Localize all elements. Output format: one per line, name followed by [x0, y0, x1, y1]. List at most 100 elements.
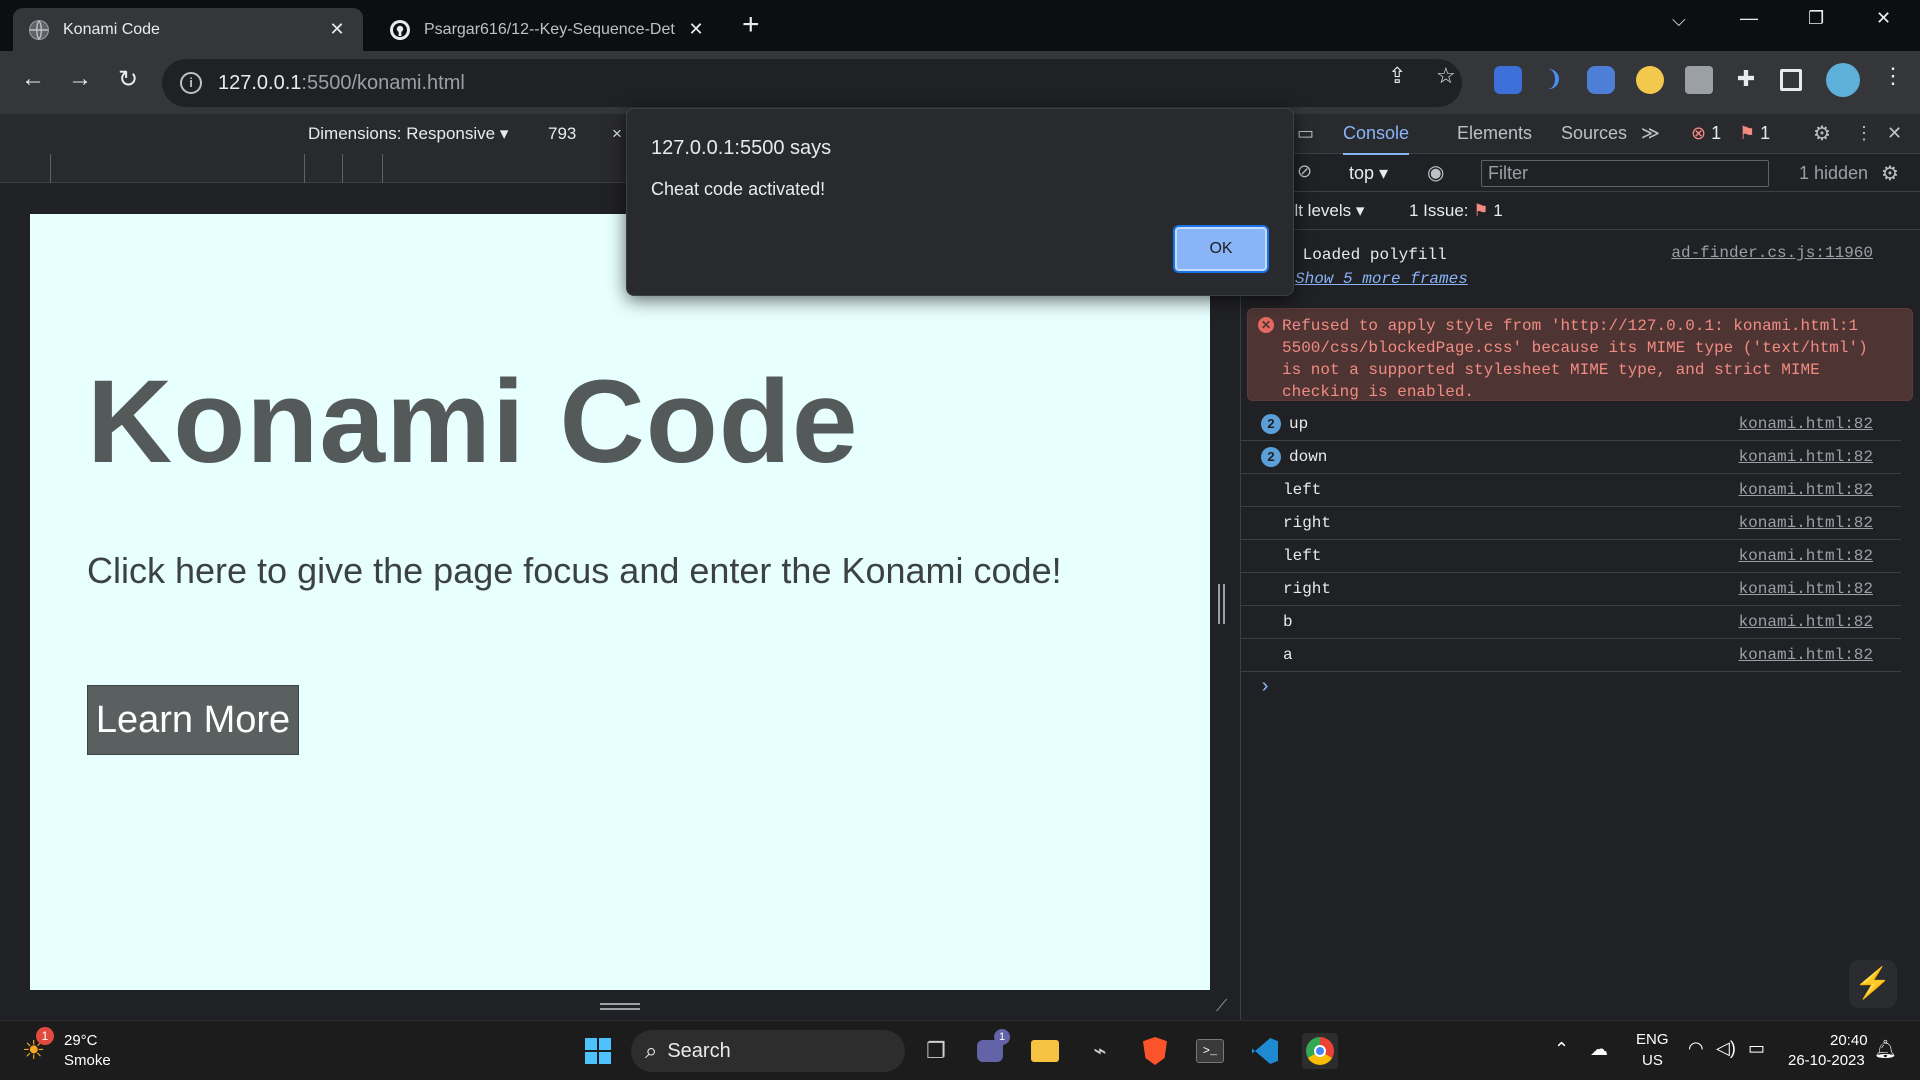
tab-elements[interactable]: Elements — [1457, 123, 1532, 144]
extension-clock-icon[interactable] — [1636, 66, 1664, 94]
devtools-close-icon[interactable]: ✕ — [1887, 123, 1902, 144]
browser-titlebar: Konami Code ✕ Psargar616/12--Key-Sequenc… — [0, 0, 1920, 51]
menu-kebab-icon[interactable]: ⋮ — [1882, 63, 1904, 89]
restore-button[interactable]: ❐ — [1808, 8, 1824, 29]
settings-gear-icon[interactable]: ⚙ — [1813, 121, 1831, 146]
language-ime[interactable]: ENG — [1636, 1031, 1669, 1048]
chrome-icon[interactable] — [1302, 1033, 1338, 1069]
learn-more-button[interactable]: Learn More — [87, 685, 299, 755]
log-text: right — [1283, 580, 1332, 598]
console-log-row: right konami.html:82 — [1241, 507, 1901, 540]
side-panel-icon[interactable] — [1780, 69, 1802, 91]
back-icon[interactable]: ← — [16, 65, 50, 93]
live-expression-eye-icon[interactable]: ◉ — [1427, 160, 1444, 185]
log-source-link[interactable]: konami.html:82 — [1739, 448, 1873, 466]
tab-search-chevron-icon[interactable]: ⌵ — [1672, 10, 1686, 31]
file-explorer-icon[interactable] — [1027, 1033, 1063, 1069]
extension-ghost-icon[interactable] — [1587, 66, 1615, 94]
console-settings-gear-icon[interactable]: ⚙ — [1881, 161, 1899, 186]
devtools-menu-icon[interactable]: ⋮ — [1855, 123, 1873, 144]
tab-close-icon[interactable]: ✕ — [686, 19, 706, 40]
issue-count-badge[interactable]: ⚑ 1 — [1739, 123, 1770, 144]
viewport-resize-handle-bottom[interactable] — [600, 1003, 640, 1011]
tab-console[interactable]: Console — [1343, 123, 1410, 155]
taskbar-search[interactable]: ⌕ Search — [631, 1030, 905, 1072]
page-viewport[interactable]: Konami Code Click here to give the page … — [30, 214, 1210, 990]
tab-github[interactable]: Psargar616/12--Key-Sequence-Det ✕ — [378, 8, 718, 51]
clear-console-icon[interactable]: ⊘ — [1297, 161, 1312, 182]
close-window-button[interactable]: ✕ — [1876, 8, 1891, 29]
terminal-icon[interactable]: >_ — [1192, 1033, 1228, 1069]
minimize-button[interactable]: — — [1740, 8, 1758, 29]
camera-icon[interactable] — [1685, 66, 1713, 94]
error-count-badge[interactable]: ⊗ 1 — [1691, 123, 1721, 144]
wifi-icon[interactable]: ◠ — [1688, 1038, 1704, 1059]
device-toggle-icon[interactable]: ▭ — [1297, 123, 1314, 144]
tray-overflow-chevron-icon[interactable]: ⌃ — [1554, 1039, 1569, 1060]
onedrive-cloud-icon[interactable]: ☁ — [1590, 1039, 1608, 1060]
console-error-message: ✕ Refused to apply style from 'http://12… — [1247, 308, 1913, 401]
console-log-row: left konami.html:82 — [1241, 540, 1901, 573]
log-source-link[interactable]: konami.html:82 — [1739, 580, 1873, 598]
app-icon[interactable]: ⌁ — [1082, 1033, 1118, 1069]
viewport-resize-handle-right[interactable] — [1218, 584, 1226, 624]
tab-sources[interactable]: Sources — [1561, 123, 1627, 144]
clock-time[interactable]: 20:40 — [1830, 1032, 1868, 1049]
console-source-link[interactable]: ad-finder.cs.js:11960 — [1671, 244, 1873, 262]
weather-badge: 1 — [36, 1027, 54, 1045]
error-line: 5500/css/blockedPage.css' because its MI… — [1282, 339, 1868, 357]
share-icon[interactable]: ⇪ — [1388, 63, 1406, 89]
devtools-tab-bar: ▭ Console Elements Sources ≫ ⊗ 1 ⚑ 1 ⚙ ⋮… — [1241, 114, 1920, 155]
brave-browser-icon[interactable] — [1137, 1033, 1173, 1069]
reload-icon[interactable]: ↻ — [111, 65, 145, 94]
notification-bell-icon[interactable]: 🔔︎ — [1874, 1039, 1897, 1060]
log-source-link[interactable]: konami.html:82 — [1739, 481, 1873, 499]
log-source-link[interactable]: konami.html:82 — [1739, 514, 1873, 532]
extension-n-icon[interactable] — [1494, 66, 1522, 94]
devtools-panel: ▭ Console Elements Sources ≫ ⊗ 1 ⚑ 1 ⚙ ⋮… — [1240, 114, 1920, 1020]
forward-icon[interactable]: → — [63, 65, 97, 93]
width-input[interactable]: 793 — [548, 124, 576, 144]
alert-ok-button[interactable]: OK — [1175, 227, 1267, 271]
corner-resize-icon[interactable]: ⟋ — [1216, 998, 1227, 1016]
volume-icon[interactable]: ◁) — [1716, 1038, 1736, 1059]
hidden-count: 1 hidden — [1799, 163, 1869, 183]
vscode-icon[interactable] — [1247, 1033, 1283, 1069]
weather-widget[interactable]: ☀ 1 — [22, 1027, 54, 1065]
bookmark-star-icon[interactable]: ☆ — [1436, 63, 1456, 89]
browser-toolbar: ← → ↻ i 127.0.0.1:5500/konami.html ⇪ ☆ ❩… — [0, 51, 1920, 114]
dimension-x: × — [612, 124, 622, 143]
address-bar[interactable]: i 127.0.0.1:5500/konami.html — [162, 59, 1462, 107]
task-view-icon[interactable]: ❐ — [918, 1033, 954, 1069]
issues-link[interactable]: 1 Issue: ⚑ 1 — [1409, 201, 1503, 221]
error-line: is not a supported stylesheet MIME type,… — [1282, 361, 1820, 379]
log-source-link[interactable]: konami.html:82 — [1739, 646, 1873, 664]
log-levels-dropdown[interactable]: ult levels ▾ — [1285, 201, 1364, 221]
repeat-count-badge: 2 — [1261, 447, 1281, 467]
alert-title: 127.0.0.1:5500 says — [651, 137, 832, 159]
battery-icon[interactable]: ▭ — [1748, 1038, 1765, 1059]
page-heading: Konami Code — [87, 356, 859, 488]
log-text: b — [1283, 613, 1293, 631]
extensions-puzzle-icon[interactable]: ✚ — [1732, 66, 1760, 94]
more-tabs-icon[interactable]: ≫ — [1641, 123, 1660, 144]
new-tab-button[interactable]: + — [742, 8, 760, 42]
windows-start-icon[interactable] — [580, 1033, 616, 1069]
log-source-link[interactable]: konami.html:82 — [1739, 613, 1873, 631]
console-log-row: 2 up konami.html:82 — [1241, 408, 1901, 441]
clock-date[interactable]: 26-10-2023 — [1788, 1052, 1865, 1069]
log-source-link[interactable]: konami.html:82 — [1739, 415, 1873, 433]
log-source-link[interactable]: konami.html:82 — [1739, 547, 1873, 565]
log-text: right — [1283, 514, 1332, 532]
tab-close-icon[interactable]: ✕ — [327, 19, 347, 40]
context-selector[interactable]: top ▾ — [1349, 163, 1388, 184]
tab-konami-code[interactable]: Konami Code ✕ — [13, 8, 363, 51]
profile-avatar[interactable] — [1826, 63, 1860, 97]
dimensions-dropdown[interactable]: Dimensions: Responsive ▾ — [308, 124, 508, 144]
floating-bolt-icon[interactable]: ⚡ — [1849, 960, 1897, 1008]
site-info-icon[interactable]: i — [180, 72, 202, 94]
console-filter-input[interactable]: Filter — [1481, 160, 1769, 187]
extension-sound-icon[interactable]: ❩ — [1540, 66, 1568, 94]
error-line: checking is enabled. — [1282, 383, 1475, 401]
teams-meet-icon[interactable]: 1 — [972, 1029, 1010, 1069]
